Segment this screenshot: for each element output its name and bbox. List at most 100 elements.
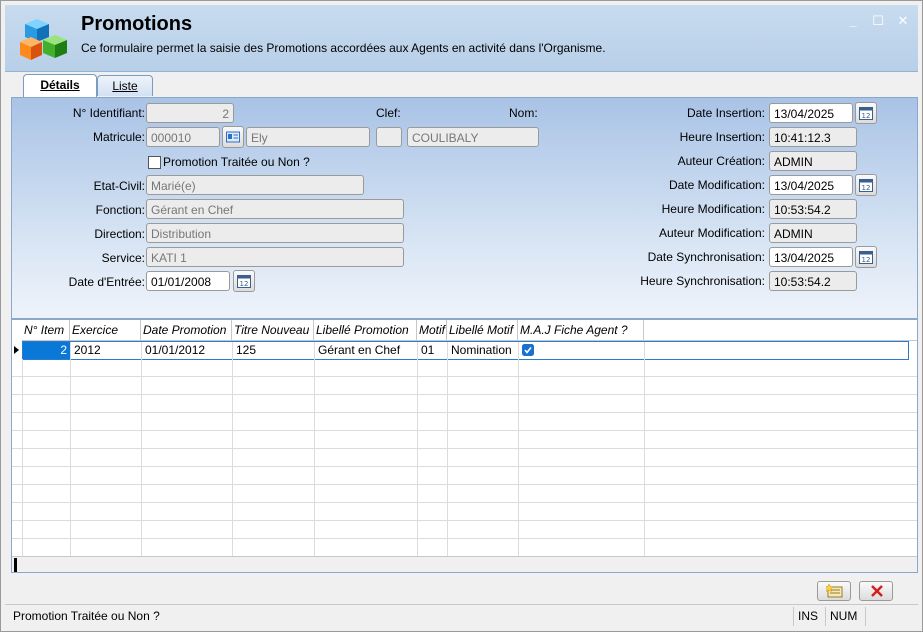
cubes-logo-icon	[20, 19, 67, 60]
grid-cell-divider	[417, 431, 418, 448]
empty-table-row[interactable]	[12, 395, 917, 413]
matricule-field[interactable]: 000010	[146, 127, 220, 147]
grid-cell-divider	[141, 467, 142, 484]
empty-table-row[interactable]	[12, 449, 917, 467]
grid-cell-divider	[232, 413, 233, 430]
grid-cell-divider	[447, 413, 448, 430]
auteur-creation-label: Auteur Création:	[677, 154, 765, 168]
empty-table-row[interactable]	[12, 503, 917, 521]
grid-cell-divider	[22, 539, 23, 556]
date-modification-field[interactable]: 13/04/2025	[769, 175, 853, 195]
new-record-button[interactable]	[817, 581, 851, 601]
cell-maj-fiche[interactable]	[519, 342, 645, 359]
empty-table-row[interactable]	[12, 431, 917, 449]
grid-cell-divider	[518, 449, 519, 466]
col-header-date-promotion[interactable]: Date Promotion	[141, 320, 232, 340]
auteur-modification-field[interactable]: ADMIN	[769, 223, 857, 243]
agent-lookup-button[interactable]	[222, 126, 244, 148]
identifiant-field[interactable]: 2	[146, 103, 234, 123]
grid-cell-divider	[417, 449, 418, 466]
empty-table-row[interactable]	[12, 539, 917, 557]
clef-field[interactable]	[376, 127, 402, 147]
grid-cell-divider	[447, 521, 448, 538]
close-button[interactable]: ✕	[894, 13, 912, 29]
grid-cell-divider	[518, 359, 519, 376]
date-modification-calendar-button[interactable]: 12	[855, 174, 877, 196]
col-header-item[interactable]: N° Item	[22, 320, 70, 340]
empty-table-row[interactable]	[12, 467, 917, 485]
grid-cell-divider	[417, 521, 418, 538]
heure-modification-field[interactable]: 10:53:54.2	[769, 199, 857, 219]
empty-table-row[interactable]	[12, 485, 917, 503]
heure-insertion-field[interactable]: 10:41:12.3	[769, 127, 857, 147]
promotion-traitee-checkbox[interactable]	[148, 156, 161, 169]
grid-cell-divider	[141, 377, 142, 394]
date-insertion-field[interactable]: 13/04/2025	[769, 103, 853, 123]
grid-cell-divider	[644, 539, 645, 556]
etat-civil-field[interactable]: Marié(e)	[146, 175, 364, 195]
col-header-motif[interactable]: Motif	[417, 320, 447, 340]
minimize-button[interactable]: _	[844, 13, 862, 28]
tab-details[interactable]: Détails	[23, 74, 97, 97]
col-header-libelle-motif[interactable]: Libellé Motif	[447, 320, 518, 340]
cell-date-promotion[interactable]: 01/01/2012	[142, 342, 233, 359]
heure-modification-label: Heure Modification:	[661, 202, 765, 216]
grid-cell-divider	[417, 413, 418, 430]
empty-table-row[interactable]	[12, 521, 917, 539]
date-insertion-calendar-button[interactable]: 12	[855, 102, 877, 124]
cell-item[interactable]: 2	[23, 342, 71, 359]
cell-titre-nouveau[interactable]: 125	[233, 342, 315, 359]
heure-insertion-label: Heure Insertion:	[679, 130, 765, 144]
grid-cell-divider	[417, 467, 418, 484]
nom-field[interactable]: COULIBALY	[407, 127, 539, 147]
table-row[interactable]: 2 2012 01/01/2012 125 Gérant en Chef 01 …	[22, 341, 909, 360]
date-sync-calendar-button[interactable]: 12	[855, 246, 877, 268]
empty-table-row[interactable]	[12, 413, 917, 431]
grid-cell-divider	[644, 413, 645, 430]
grid-cell-divider	[22, 413, 23, 430]
col-header-titre-nouveau[interactable]: Titre Nouveau	[232, 320, 314, 340]
date-sync-field[interactable]: 13/04/2025	[769, 247, 853, 267]
empty-table-row[interactable]	[12, 377, 917, 395]
service-field[interactable]: KATI 1	[146, 247, 404, 267]
heure-sync-field[interactable]: 10:53:54.2	[769, 271, 857, 291]
calendar-icon: 12	[859, 179, 873, 192]
cell-libelle-motif[interactable]: Nomination	[448, 342, 519, 359]
grid-cell-divider	[141, 431, 142, 448]
tab-liste[interactable]: Liste	[97, 75, 153, 96]
delete-button[interactable]	[859, 581, 893, 601]
heure-sync-label: Heure Synchronisation:	[640, 274, 765, 288]
auteur-creation-field[interactable]: ADMIN	[769, 151, 857, 171]
direction-field[interactable]: Distribution	[146, 223, 404, 243]
prenom-field[interactable]: Ely	[246, 127, 370, 147]
col-header-maj-fiche[interactable]: M.A.J Fiche Agent ?	[518, 320, 644, 340]
empty-table-row[interactable]	[12, 359, 917, 377]
checkbox-checked-icon[interactable]	[522, 344, 534, 356]
details-panel: N° Identifiant: 2 Clef: Nom: Matricule: …	[11, 97, 918, 319]
grid-cell-divider	[447, 485, 448, 502]
grid-cell-divider	[518, 395, 519, 412]
grid-cell-divider	[141, 449, 142, 466]
fonction-field[interactable]: Gérant en Chef	[146, 199, 404, 219]
nom-label: Nom:	[509, 106, 538, 120]
date-entree-calendar-button[interactable]: 12	[233, 270, 255, 292]
cell-motif[interactable]: 01	[418, 342, 448, 359]
col-header-libelle-promotion[interactable]: Libellé Promotion	[314, 320, 417, 340]
grid-cell-divider	[70, 521, 71, 538]
cell-exercice[interactable]: 2012	[71, 342, 142, 359]
col-header-exercice[interactable]: Exercice	[70, 320, 141, 340]
grid-cell-divider	[314, 449, 315, 466]
maximize-button[interactable]: ☐	[869, 13, 887, 29]
grid-cell-divider	[70, 503, 71, 520]
promotions-window: Promotions Ce formulaire permet la saisi…	[0, 0, 923, 632]
date-entree-field[interactable]: 01/01/2008	[146, 271, 230, 291]
grid-cell-divider	[22, 503, 23, 520]
grid-cell-divider	[518, 503, 519, 520]
promotions-grid[interactable]: N° Item Exercice Date Promotion Titre No…	[11, 319, 918, 573]
identifiant-label: N° Identifiant:	[72, 106, 145, 120]
grid-cell-divider	[518, 431, 519, 448]
grid-cell-divider	[417, 395, 418, 412]
cell-libelle-promotion[interactable]: Gérant en Chef	[315, 342, 418, 359]
grid-cell-divider	[447, 503, 448, 520]
grid-cell-divider	[141, 503, 142, 520]
